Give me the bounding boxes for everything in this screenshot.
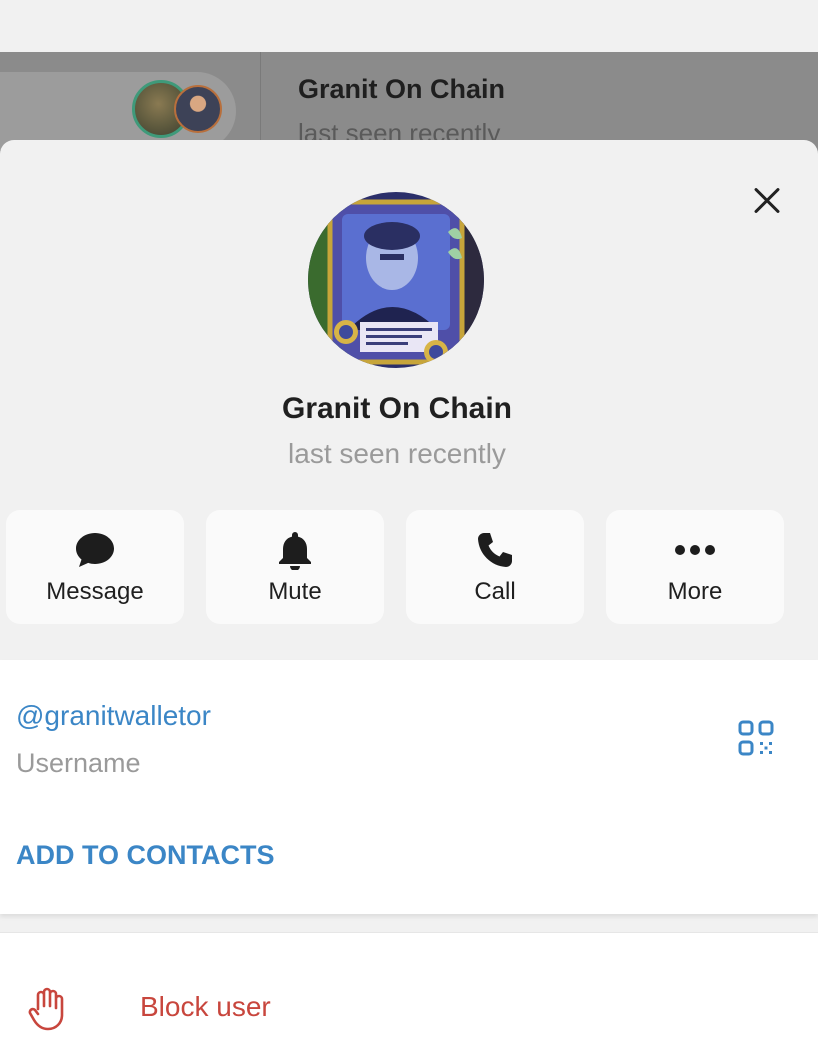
- block-user-button[interactable]: Block user: [0, 932, 818, 1038]
- more-dots-icon: [606, 530, 784, 570]
- mute-button-label: Mute: [268, 578, 322, 605]
- message-bubble-icon: [6, 530, 184, 570]
- background-top-bar: [0, 0, 818, 52]
- user-info-card: @granitwalletor Username ADD TO CONTACTS: [0, 660, 818, 914]
- more-button[interactable]: More: [606, 510, 784, 624]
- background-chat-title: Granit On Chain: [298, 74, 506, 104]
- mute-button[interactable]: Mute: [206, 510, 384, 624]
- avatar-image: [308, 192, 484, 368]
- action-buttons: Message Mute Call More: [6, 510, 806, 624]
- bell-icon: [206, 530, 384, 570]
- block-user-label: Block user: [140, 991, 271, 1022]
- call-button-label: Call: [474, 578, 516, 605]
- username-caption: Username: [16, 748, 141, 778]
- username-link[interactable]: @granitwalletor: [16, 700, 211, 732]
- qr-code-icon[interactable]: [738, 720, 774, 756]
- more-button-label: More: [667, 578, 723, 605]
- close-icon[interactable]: [746, 180, 788, 222]
- profile-avatar[interactable]: [308, 192, 484, 368]
- call-button[interactable]: Call: [406, 510, 584, 624]
- profile-name: Granit On Chain: [281, 392, 512, 425]
- hand-stop-icon: [28, 987, 68, 1031]
- user-profile-sheet: Granit On Chain last seen recently Messa…: [0, 140, 818, 1038]
- background-avatar: [174, 85, 222, 133]
- message-button-label: Message: [46, 578, 144, 605]
- message-button[interactable]: Message: [6, 510, 184, 624]
- add-to-contacts-button[interactable]: ADD TO CONTACTS: [16, 840, 275, 871]
- profile-status: last seen recently: [288, 438, 506, 469]
- phone-icon: [406, 530, 584, 570]
